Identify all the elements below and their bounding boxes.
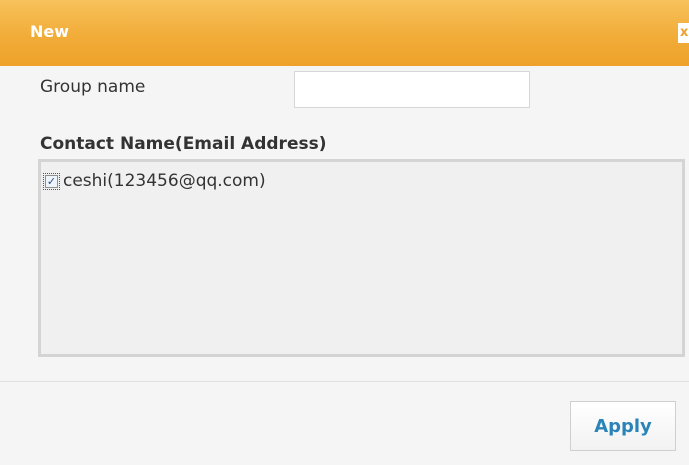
dialog-titlebar: New x (0, 0, 689, 66)
contact-checkbox[interactable]: ✓ (43, 172, 60, 190)
contact-label: ceshi(123456@qq.com) (63, 171, 266, 191)
contact-list[interactable]: ✓ ceshi(123456@qq.com) (38, 159, 685, 357)
close-button[interactable]: x (678, 23, 689, 43)
contact-name-label: Contact Name(Email Address) (40, 134, 327, 154)
dialog-title: New (30, 22, 70, 41)
apply-button[interactable]: Apply (570, 401, 676, 451)
footer-divider (0, 381, 689, 382)
contact-item[interactable]: ✓ ceshi(123456@qq.com) (43, 171, 266, 191)
group-name-label: Group name (40, 77, 146, 97)
group-name-input[interactable] (294, 71, 530, 108)
new-group-dialog: New x Group name Contact Name(Email Addr… (0, 0, 689, 465)
